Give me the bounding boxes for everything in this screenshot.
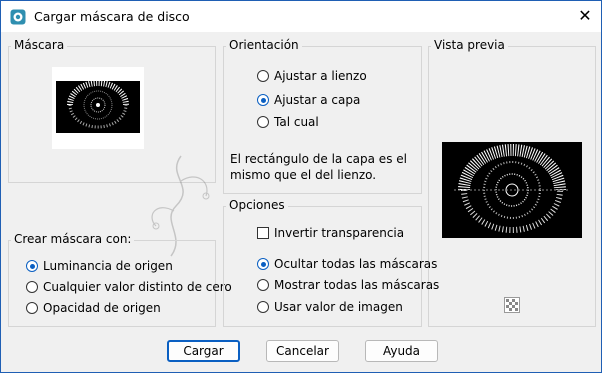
as-is-label: Tal cual xyxy=(274,115,319,129)
source-opacity-label: Opacidad de origen xyxy=(43,301,161,315)
mask-thumbnail[interactable] xyxy=(52,67,144,149)
orientation-description: El rectángulo de la capa es el mismo que… xyxy=(230,152,407,182)
window-title: Cargar máscara de disco xyxy=(34,9,190,24)
preview-graphic xyxy=(442,142,582,238)
mask-group-label: Máscara xyxy=(11,38,68,52)
create-mask-group-label: Crear máscara con: xyxy=(11,232,135,246)
hide-all-masks-label: Ocultar todas las máscaras xyxy=(274,257,438,271)
radio-indicator xyxy=(26,260,38,272)
cancel-button[interactable]: Cancelar xyxy=(266,340,339,362)
fit-to-canvas-label: Ajustar a lienzo xyxy=(274,69,367,83)
checkbox-indicator xyxy=(257,227,269,239)
radio-indicator xyxy=(257,258,269,270)
orientation-group-label: Orientación xyxy=(226,38,302,52)
preview-image xyxy=(442,142,582,238)
preview-group-label: Vista previa xyxy=(431,38,508,52)
show-all-masks-label: Mostrar todas las máscaras xyxy=(274,278,440,292)
radio-indicator xyxy=(26,281,38,293)
source-luminance-label: Luminancia de origen xyxy=(43,259,173,273)
close-icon: ✕ xyxy=(578,6,592,25)
close-button[interactable]: ✕ xyxy=(571,5,599,27)
radio-indicator xyxy=(257,70,269,82)
radio-indicator xyxy=(26,302,38,314)
radio-indicator xyxy=(257,94,269,106)
invert-transparency-label: Invertir transparencia xyxy=(274,226,405,240)
transparency-checker-icon[interactable] xyxy=(504,297,520,313)
use-image-value-label: Usar valor de imagen xyxy=(274,300,403,314)
load-button[interactable]: Cargar xyxy=(167,340,240,362)
fit-to-layer-label: Ajustar a capa xyxy=(274,93,361,107)
radio-indicator xyxy=(257,279,269,291)
app-icon xyxy=(10,9,26,25)
radio-indicator xyxy=(257,301,269,313)
load-disk-mask-dialog: Cargar máscara de disco ✕ Máscara Orient… xyxy=(0,0,602,373)
mask-thumbnail-image xyxy=(56,80,140,133)
options-group-label: Opciones xyxy=(226,198,288,212)
title-bar: Cargar máscara de disco ✕ xyxy=(1,1,601,32)
radio-indicator xyxy=(257,116,269,128)
any-nonzero-value-label: Cualquier valor distinto de cero xyxy=(43,280,232,294)
help-button[interactable]: Ayuda xyxy=(365,340,438,362)
